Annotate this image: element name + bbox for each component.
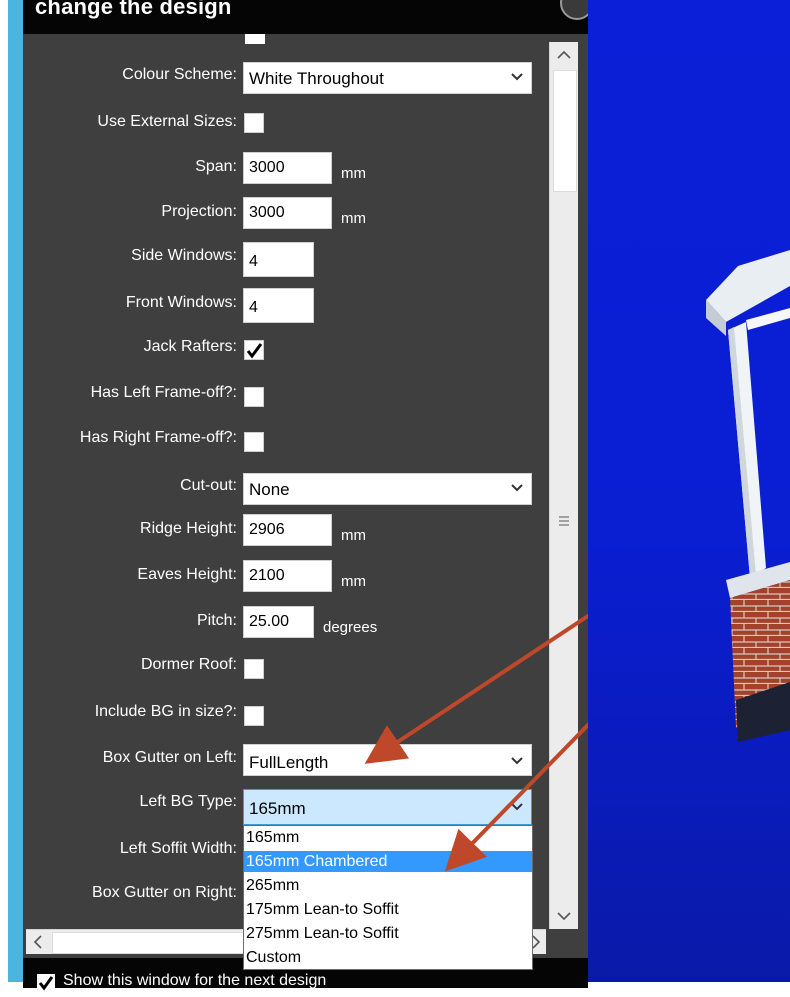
arrow-to-box-gutter — [364, 606, 602, 764]
conservatory-render — [588, 0, 790, 982]
3d-preview-viewport[interactable] — [588, 0, 790, 982]
